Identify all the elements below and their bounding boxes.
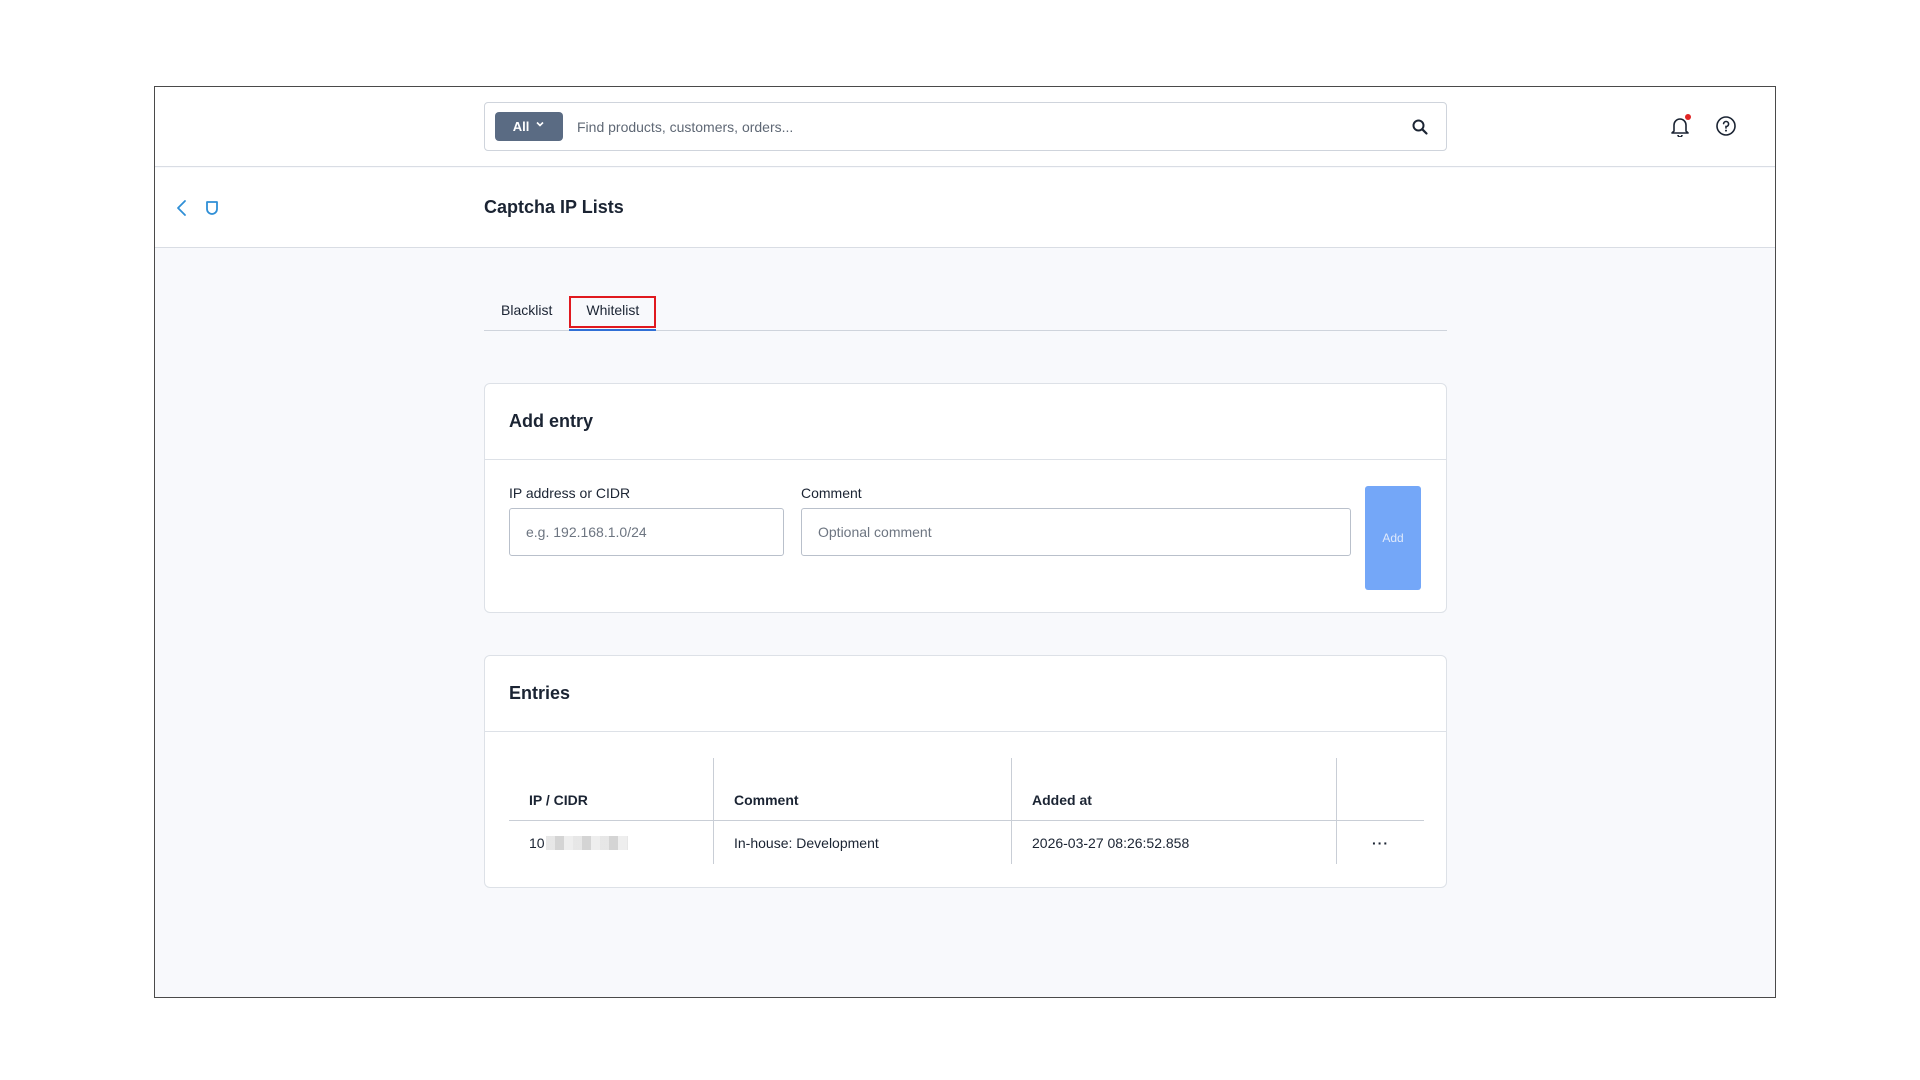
added-at-cell: 2026-03-27 08:26:52.858 <box>1012 821 1337 864</box>
ip-address-input[interactable] <box>509 508 784 556</box>
ip-field-label: IP address or CIDR <box>509 485 631 501</box>
card-header: Entries <box>485 656 1446 732</box>
global-search: All <box>484 102 1447 151</box>
card-header: Add entry <box>485 384 1446 460</box>
notification-dot <box>1685 114 1691 120</box>
column-header-ip[interactable]: IP / CIDR <box>509 758 714 820</box>
chevron-left-icon[interactable] <box>171 196 193 220</box>
search-icon[interactable] <box>1400 107 1440 147</box>
column-header-comment[interactable]: Comment <box>714 758 1012 820</box>
more-actions-icon[interactable]: ··· <box>1372 835 1389 851</box>
search-input[interactable] <box>577 118 1400 135</box>
entries-card: Entries IP / CIDR Comment Added at 10 In… <box>484 655 1447 888</box>
table-header: IP / CIDR Comment Added at <box>509 758 1424 821</box>
tab-bar: Blacklist Whitelist <box>484 290 1447 331</box>
redacted-mask <box>545 835 628 850</box>
page-title: Captcha IP Lists <box>484 197 624 217</box>
search-scope-label: All <box>512 119 530 134</box>
column-header-actions <box>1337 758 1424 820</box>
top-bar: All <box>155 87 1775 167</box>
entries-table: IP / CIDR Comment Added at 10 In-house: … <box>509 758 1424 864</box>
bell-icon[interactable] <box>1667 113 1693 139</box>
comment-cell: In-house: Development <box>714 821 1012 864</box>
highlight-box <box>569 296 657 328</box>
comment-input[interactable] <box>801 508 1351 556</box>
card-title: Entries <box>509 683 571 703</box>
shield-icon <box>201 196 223 220</box>
tab-blacklist[interactable]: Blacklist <box>484 290 569 330</box>
help-icon[interactable] <box>1713 113 1739 139</box>
tab-whitelist[interactable]: Whitelist <box>569 290 657 331</box>
tab-label: Blacklist <box>501 302 553 318</box>
add-entry-card: Add entry IP address or CIDR Comment Add <box>484 383 1447 613</box>
ip-value: 10 <box>529 834 545 851</box>
card-title: Add entry <box>509 411 594 431</box>
app-window: All Captcha IP L <box>154 86 1776 998</box>
add-button[interactable]: Add <box>1365 486 1421 590</box>
page-header: Captcha IP Lists <box>155 168 1775 248</box>
table-row[interactable]: 10 In-house: Development 2026-03-27 08:2… <box>509 821 1424 864</box>
chevron-down-icon <box>535 119 545 132</box>
top-actions <box>1667 113 1739 139</box>
search-scope-dropdown[interactable]: All <box>495 112 563 141</box>
ip-cell: 10 <box>509 821 714 864</box>
column-header-added-at[interactable]: Added at <box>1012 758 1337 820</box>
actions-cell: ··· <box>1337 821 1424 864</box>
comment-field-label: Comment <box>801 485 862 501</box>
